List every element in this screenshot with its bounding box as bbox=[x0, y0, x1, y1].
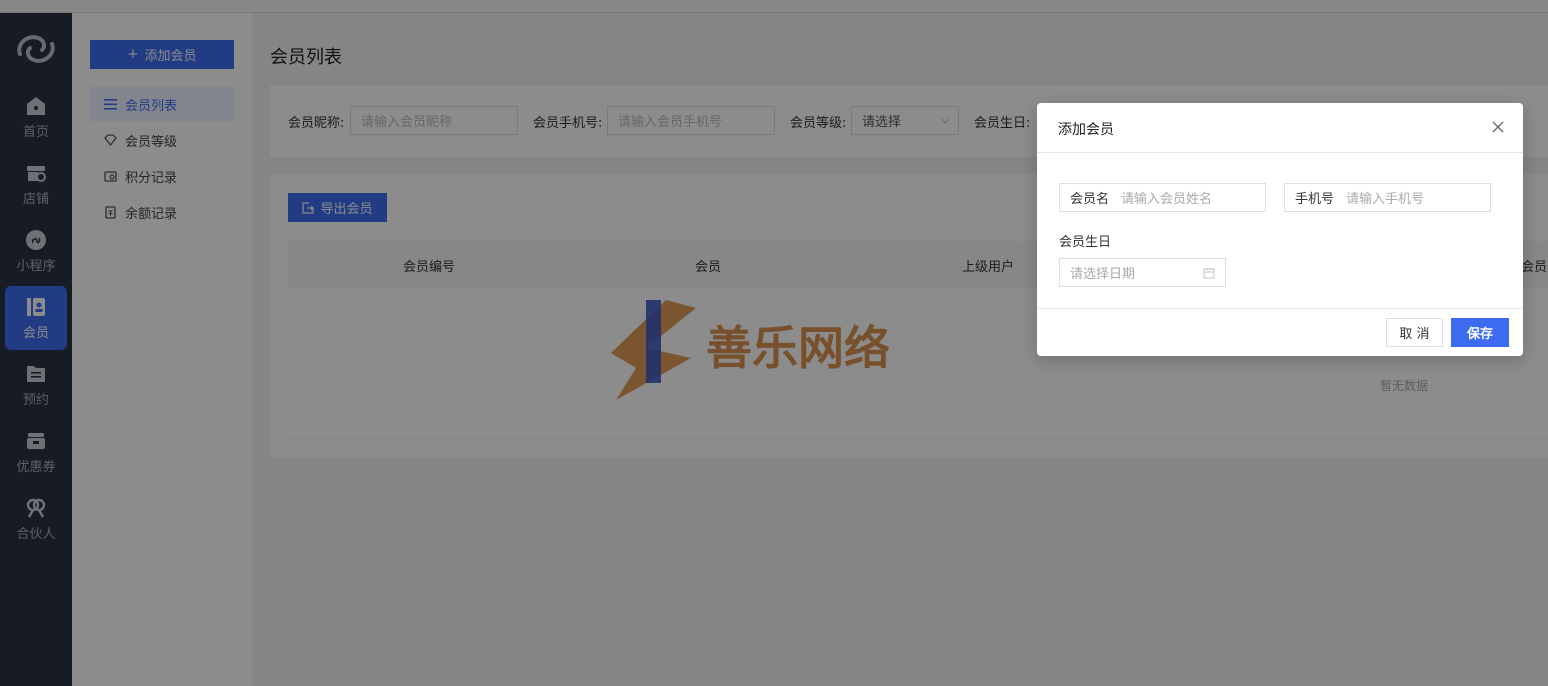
dialog-title: 添加会员 bbox=[1058, 122, 1114, 138]
phone-field[interactable]: 手机号 请输入手机号 bbox=[1284, 183, 1491, 212]
member-name-field[interactable]: 会员名 请输入会员姓名 bbox=[1059, 183, 1266, 212]
save-button[interactable]: 保存 bbox=[1451, 318, 1509, 347]
member-name-label: 会员名 bbox=[1070, 192, 1110, 207]
birthday-date-picker[interactable]: 请选择日期 bbox=[1059, 258, 1226, 287]
phone-placeholder: 请输入手机号 bbox=[1346, 192, 1425, 207]
phone-label: 手机号 bbox=[1295, 192, 1335, 207]
dialog-header: 添加会员 bbox=[1037, 103, 1523, 153]
close-icon[interactable] bbox=[1491, 120, 1505, 134]
date-placeholder: 请选择日期 bbox=[1070, 267, 1136, 282]
add-member-dialog: 添加会员 会员名 请输入会员姓名 手机号 请输入手机号 会员生日 请选择日期 取… bbox=[1037, 103, 1523, 356]
member-name-placeholder: 请输入会员姓名 bbox=[1121, 192, 1213, 207]
calendar-icon bbox=[1203, 268, 1215, 279]
cancel-button[interactable]: 取 消 bbox=[1386, 318, 1443, 347]
birthday-label: 会员生日 bbox=[1059, 235, 1112, 250]
dialog-footer-divider bbox=[1037, 308, 1523, 309]
